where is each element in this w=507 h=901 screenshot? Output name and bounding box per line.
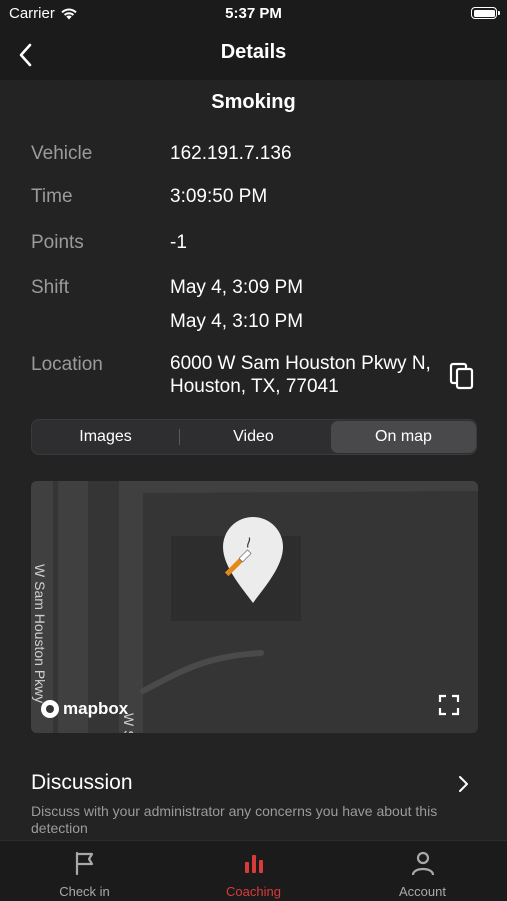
points-label: Points — [31, 232, 84, 253]
shift-end-value: May 4, 3:10 PM — [170, 311, 304, 332]
status-bar: Carrier 5:37 PM — [0, 0, 507, 30]
page-title: Details — [220, 41, 287, 63]
expand-icon — [438, 694, 460, 716]
time-label: Time — [31, 186, 73, 207]
copy-button[interactable] — [447, 360, 479, 392]
person-icon — [411, 851, 435, 876]
points-value: -1 — [170, 232, 187, 253]
segment-video[interactable]: Video — [180, 420, 327, 454]
status-time: 5:37 PM — [225, 5, 282, 22]
discussion-title[interactable]: Discussion — [31, 771, 133, 795]
tab-bar: Check in Coaching Account — [0, 840, 507, 900]
map-graphics — [31, 481, 478, 733]
tab-account-label: Account — [399, 884, 446, 899]
tab-check-in[interactable]: Check in — [0, 841, 169, 901]
shift-start-value: May 4, 3:09 PM — [170, 277, 304, 298]
expand-map-button[interactable] — [438, 694, 460, 716]
location-label: Location — [31, 354, 103, 375]
tab-account[interactable]: Account — [338, 841, 507, 901]
location-value: 6000 W Sam Houston Pkwy N, Houston, TX, … — [170, 353, 431, 397]
location-map[interactable]: W Sam Houston Pkwy W S mapbox — [31, 481, 478, 733]
time-value: 3:09:50 PM — [170, 186, 268, 207]
street-label-main: W Sam Houston Pkwy — [32, 564, 48, 704]
vehicle-value: 162.191.7.136 — [170, 143, 292, 164]
event-title: Smoking — [211, 91, 296, 113]
battery-icon — [471, 7, 500, 19]
tab-coaching[interactable]: Coaching — [169, 841, 338, 901]
shift-label: Shift — [31, 277, 70, 298]
segment-on-map[interactable]: On map — [331, 421, 476, 453]
mapbox-icon — [41, 700, 59, 718]
mapbox-logo-text: mapbox — [63, 699, 129, 718]
discussion-description: Discuss with your administrator any conc… — [31, 803, 438, 836]
mapbox-logo: mapbox — [41, 699, 128, 719]
media-segmented-control: Images Video On map — [31, 419, 477, 455]
flag-icon — [75, 851, 94, 876]
chevron-right-icon — [459, 776, 468, 792]
copy-icon — [449, 362, 474, 390]
vehicle-label: Vehicle — [31, 143, 93, 164]
discussion-open-button[interactable] — [456, 774, 470, 794]
tab-coaching-label: Coaching — [226, 884, 281, 899]
details-content: Smoking Vehicle 162.191.7.136 Time 3:09:… — [0, 80, 507, 840]
nav-bar: Details — [0, 30, 507, 80]
tab-check-in-label: Check in — [59, 884, 110, 899]
segment-images[interactable]: Images — [32, 420, 179, 454]
bar-chart-icon — [245, 855, 263, 873]
